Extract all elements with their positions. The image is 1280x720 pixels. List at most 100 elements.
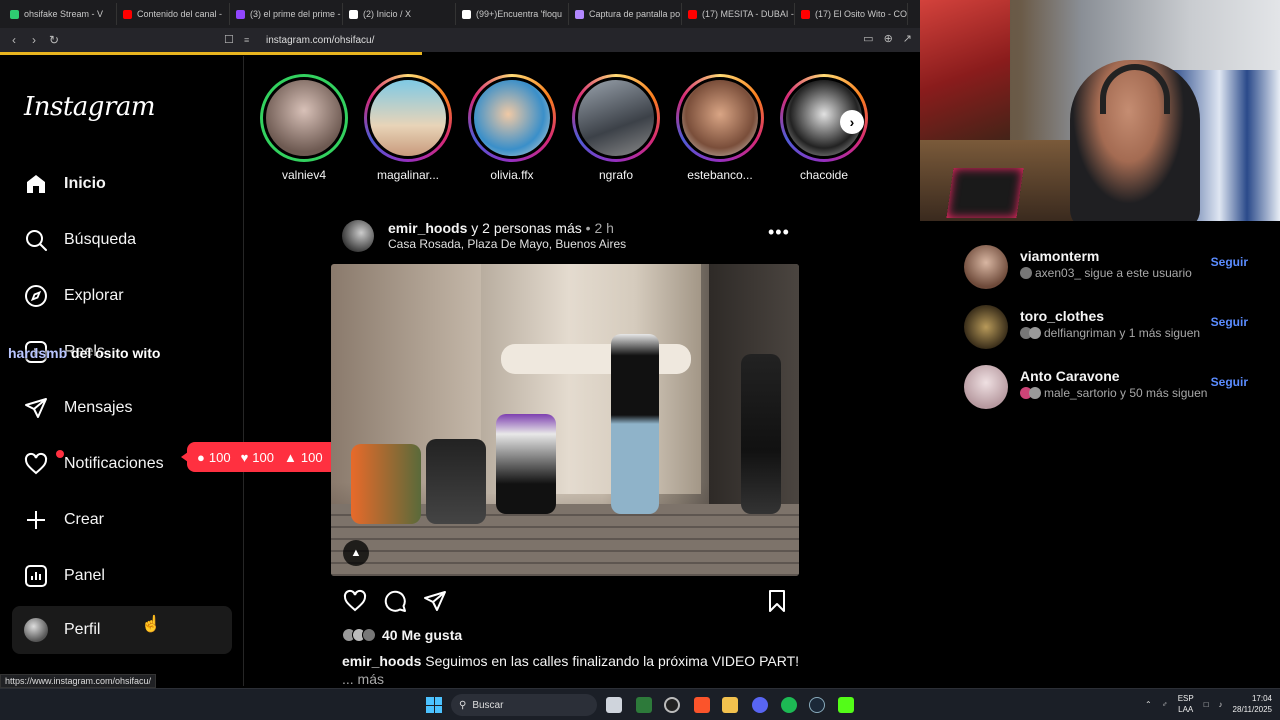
tab-favicon-icon [10, 9, 19, 19]
reload-icon[interactable]: ↻ [44, 33, 64, 47]
page-load-progress-bar [0, 52, 422, 55]
story-item[interactable]: valniev4 [258, 74, 350, 182]
follow-button[interactable]: Seguir [1211, 315, 1248, 329]
notification-dot [56, 450, 64, 458]
tab-favicon-icon [575, 9, 584, 19]
tab-favicon-icon [801, 9, 810, 19]
tagged-people-icon[interactable]: ▲ [343, 540, 369, 566]
post-image[interactable]: ▲ [331, 264, 799, 576]
kick-icon[interactable] [838, 697, 854, 713]
sidebar-item-busqueda[interactable]: Búsqueda [12, 216, 232, 264]
language-indicator[interactable]: ESP LAA [1178, 693, 1194, 715]
brave-browser-icon[interactable] [694, 697, 710, 713]
settings-icon[interactable] [664, 697, 680, 713]
network-icon[interactable]: □ [1204, 700, 1209, 709]
bookmark-page-icon[interactable]: ☐ [224, 33, 234, 46]
comment-icon[interactable] [382, 588, 408, 614]
suggestion-username[interactable]: Anto Caravone [1020, 368, 1120, 384]
story-username: magalinar... [376, 168, 440, 182]
follow-button[interactable]: Seguir [1211, 255, 1248, 269]
share-icon[interactable] [422, 588, 448, 614]
browser-tab[interactable]: Captura de pantalla po [569, 3, 682, 25]
browser-tab[interactable]: (17) MESITA - DUBAI - [682, 3, 795, 25]
suggestion-username[interactable]: viamonterm [1020, 248, 1099, 264]
sidebar-item-explorar[interactable]: Explorar [12, 272, 232, 320]
browser-tab[interactable]: (17) El Osito Wito - CO [795, 3, 908, 25]
more-options-icon[interactable]: ••• [768, 222, 790, 243]
image-person [611, 334, 659, 514]
sidebar-item-perfil[interactable]: Perfil [12, 606, 232, 654]
taskbar-search[interactable]: ⚲ Buscar [451, 694, 597, 716]
caption-username[interactable]: emir_hoods [342, 653, 421, 669]
sidebar-item-panel[interactable]: Panel [12, 552, 232, 600]
share-icon[interactable]: ↗ [903, 32, 912, 45]
suggestion-row: toro_clothes delfiangriman y 1 más sigue… [964, 305, 1254, 351]
sidebar-item-label: Perfil [64, 621, 101, 638]
stories-next-button[interactable]: › [840, 110, 864, 134]
save-icon[interactable] [764, 588, 790, 614]
post-author-line: emir_hoods y 2 personas más • 2 h [388, 220, 614, 236]
caption-more-link[interactable]: ... más [342, 671, 384, 687]
follow-button[interactable]: Seguir [1211, 375, 1248, 389]
story-item[interactable]: ngrafo [570, 74, 662, 182]
tab-title: (99+)Encuentra 'floqu [476, 9, 563, 19]
suggestion-avatar[interactable] [964, 305, 1008, 349]
file-explorer-icon[interactable] [722, 697, 738, 713]
story-item[interactable]: estebanco... [674, 74, 766, 182]
app-icon[interactable] [636, 697, 652, 713]
like-icon[interactable] [342, 588, 368, 614]
likes-count: ♥ 100 [240, 449, 274, 465]
story-username: ngrafo [598, 168, 634, 182]
windows-taskbar: ⚲ Buscar ⌃ ♂ ESP LAA □ ♪ 17:04 28/11/2025 [0, 688, 1280, 720]
instagram-sidebar: Instagram Inicio Búsqueda Explorar Reels… [0, 56, 244, 686]
suggestion-row: Anto Caravone male_sartorio y 50 más sig… [964, 365, 1254, 411]
browser-tab[interactable]: (99+)Encuentra 'floqu [456, 3, 569, 25]
stream-overlay-text: hardsmb del osito wito [8, 345, 160, 361]
sidebar-item-inicio[interactable]: Inicio [12, 160, 232, 208]
browser-tab[interactable]: (3) el prime del prime - [230, 3, 343, 25]
taskbar-search-label: Buscar [472, 699, 504, 711]
sidebar-item-mensajes[interactable]: Mensajes [12, 384, 232, 432]
post-author-username[interactable]: emir_hoods [388, 220, 467, 236]
suggestion-avatar[interactable] [964, 245, 1008, 289]
story-item[interactable]: magalinar... [362, 74, 454, 182]
post-location[interactable]: Casa Rosada, Plaza De Mayo, Buenos Aires [388, 237, 626, 251]
browser-tab-strip: ohsifake Stream - V Contenido del canal -… [0, 0, 920, 28]
search-icon: ⚲ [459, 699, 467, 711]
instagram-logo[interactable]: Instagram [24, 92, 156, 122]
comments-count: ● 100 [197, 449, 231, 465]
cast-icon[interactable]: ▭ [863, 32, 873, 45]
story-username: valniev4 [281, 168, 327, 182]
sidebar-item-crear[interactable]: Crear [12, 496, 232, 544]
system-clock[interactable]: 17:04 28/11/2025 [1233, 693, 1272, 715]
story-item[interactable]: olivia.ffx [466, 74, 558, 182]
browser-tab[interactable]: Contenido del canal - [117, 3, 230, 25]
chevron-up-icon[interactable]: ⌃ [1145, 700, 1152, 709]
discord-icon[interactable] [752, 697, 768, 713]
suggestion-username[interactable]: toro_clothes [1020, 308, 1104, 324]
zoom-icon[interactable]: ⊕ [884, 32, 893, 45]
steam-icon[interactable] [809, 697, 825, 713]
browser-tab[interactable]: (2) Inicio / X [343, 3, 456, 25]
spotify-icon[interactable] [781, 697, 797, 713]
microphone-icon[interactable]: ♂ [1162, 700, 1168, 709]
volume-icon[interactable]: ♪ [1219, 700, 1223, 709]
windows-start-icon[interactable] [426, 697, 442, 713]
browser-tab[interactable]: ohsifake Stream - V [4, 3, 117, 25]
search-icon [24, 228, 48, 252]
suggestion-avatar[interactable] [964, 365, 1008, 409]
follows-count: ▲ 100 [283, 449, 323, 465]
tab-title: (2) Inicio / X [363, 9, 412, 19]
post-author-avatar[interactable] [342, 220, 374, 252]
stories-tray: valniev4 magalinar... olivia.ffx ngrafo … [258, 74, 878, 184]
forward-icon[interactable]: › [24, 33, 44, 47]
task-view-icon[interactable] [606, 697, 622, 713]
site-info-icon[interactable]: ≡ [244, 35, 258, 45]
tab-title: (3) el prime del prime - [250, 9, 341, 19]
back-icon[interactable]: ‹ [4, 33, 24, 47]
post-coauthors[interactable]: y 2 personas más [471, 220, 582, 236]
post-likes[interactable]: 40 Me gusta [342, 627, 462, 643]
image-column-base [501, 344, 691, 374]
webcam-keyboard [946, 168, 1024, 218]
url-field[interactable]: ≡ instagram.com/ohsifacu/ [244, 31, 916, 49]
